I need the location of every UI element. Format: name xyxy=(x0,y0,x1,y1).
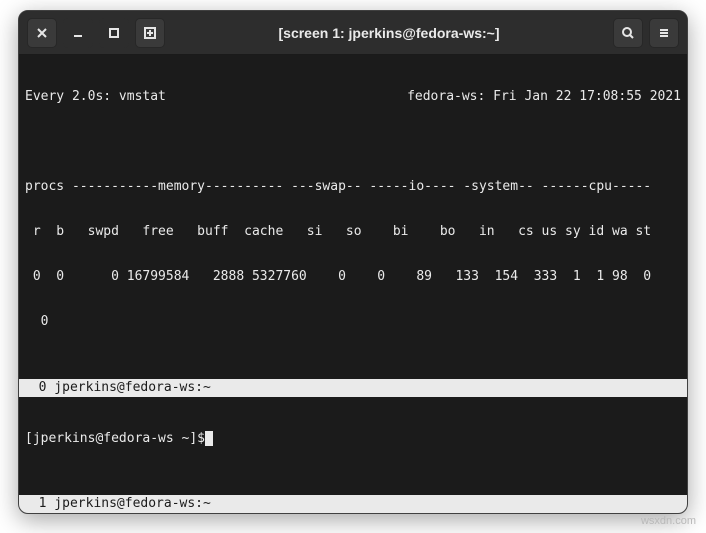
watch-header-right: fedora-ws: Fri Jan 22 17:08:55 2021 xyxy=(407,89,681,104)
titlebar: [screen 1: jperkins@fedora-ws:~] xyxy=(19,11,687,55)
watermark-text: wsxdn.com xyxy=(641,515,696,527)
shell-prompt: [jperkins@fedora-ws ~]$ xyxy=(25,431,205,446)
minimize-icon xyxy=(71,26,85,40)
vmstat-row-wrap: 0 xyxy=(25,314,681,329)
minimize-button[interactable] xyxy=(63,18,93,48)
close-button[interactable] xyxy=(27,18,57,48)
screen-status-pane-1: 1 jperkins@fedora-ws:~ xyxy=(19,495,687,513)
terminal-area[interactable]: Every 2.0s: vmstat fedora-ws: Fri Jan 22… xyxy=(19,55,687,513)
maximize-button[interactable] xyxy=(99,18,129,48)
menu-button[interactable] xyxy=(649,18,679,48)
vmstat-headers: r b swpd free buff cache si so bi bo in … xyxy=(25,224,681,239)
terminal-window: [screen 1: jperkins@fedora-ws:~] Every 2… xyxy=(18,10,688,514)
close-icon xyxy=(35,26,49,40)
maximize-icon xyxy=(107,26,121,40)
vmstat-sections: procs -----------memory---------- ---swa… xyxy=(25,179,681,194)
screen-pane-1[interactable]: [jperkins@fedora-ws ~]$ xyxy=(19,397,687,496)
watch-header-left: Every 2.0s: vmstat xyxy=(25,89,166,104)
search-button[interactable] xyxy=(613,18,643,48)
hamburger-icon xyxy=(657,26,671,40)
search-icon xyxy=(621,26,635,40)
screen-status-pane-0: 0 jperkins@fedora-ws:~ xyxy=(19,379,687,397)
cursor-block xyxy=(205,431,213,446)
window-title: [screen 1: jperkins@fedora-ws:~] xyxy=(171,25,607,41)
new-tab-button[interactable] xyxy=(135,18,165,48)
vmstat-row: 0 0 0 16799584 2888 5327760 0 0 89 133 1… xyxy=(25,269,681,284)
screen-pane-0[interactable]: Every 2.0s: vmstat fedora-ws: Fri Jan 22… xyxy=(19,55,687,379)
new-tab-icon xyxy=(143,26,157,40)
